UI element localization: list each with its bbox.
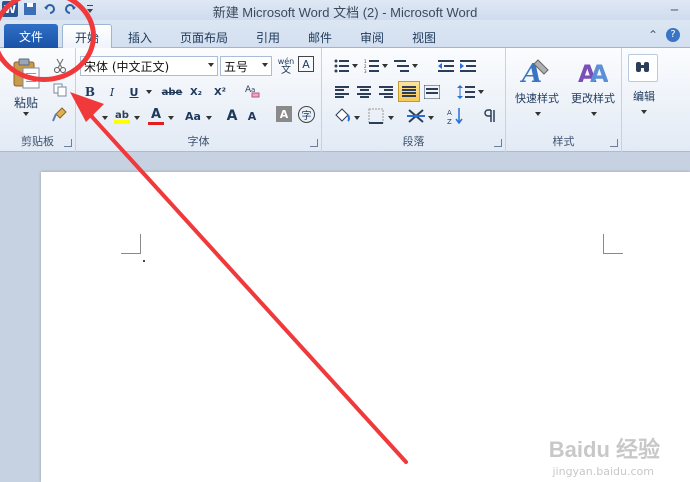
watermark-url: jingyan.baidu.com (552, 465, 654, 478)
watermark-brand: Baidu 经验 (548, 437, 660, 462)
annotation-arrow (70, 92, 408, 464)
